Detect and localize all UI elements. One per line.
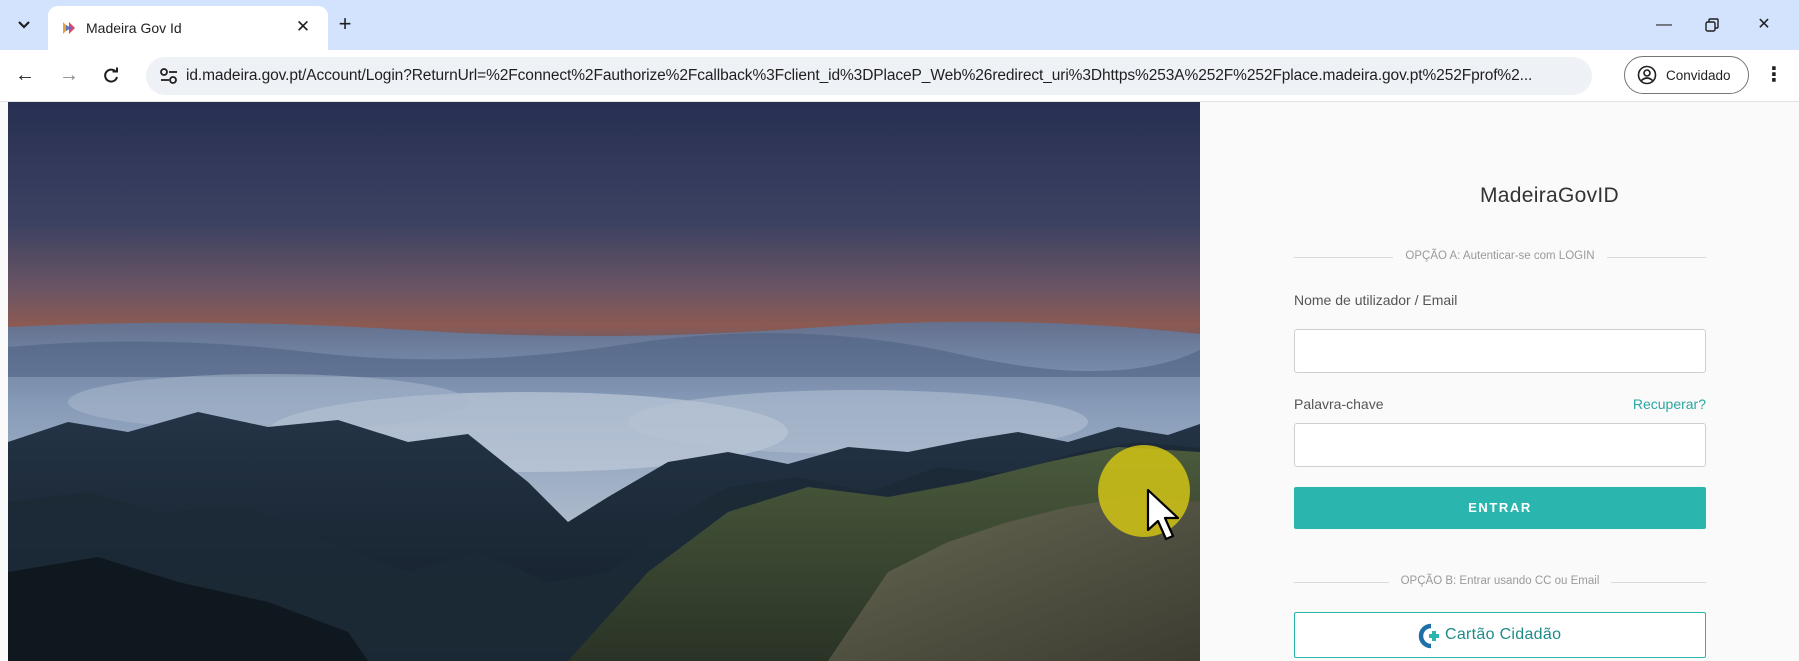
back-button[interactable]: ← [12, 63, 38, 89]
password-input[interactable] [1294, 423, 1706, 467]
option-b-divider: OPÇÃO B: Entrar usando CC ou Email [1294, 575, 1706, 589]
username-label: Nome de utilizador / Email [1294, 292, 1458, 308]
site-settings-icon[interactable] [158, 66, 180, 86]
url-text[interactable]: id.madeira.gov.pt/Account/Login?ReturnUr… [186, 67, 1586, 85]
password-label: Palavra-chave [1294, 396, 1384, 412]
option-a-divider: OPÇÃO A: Autenticar-se com LOGIN [1294, 250, 1706, 264]
option-b-label: OPÇÃO B: Entrar usando CC ou Email [1388, 575, 1612, 587]
tab-close-icon[interactable]: ✕ [292, 16, 314, 38]
browser-toolbar: ← → id.madeira.gov.pt/Account/Login?Retu… [0, 50, 1799, 102]
forward-button[interactable]: → [56, 63, 82, 89]
browser-tabstrip: Madeira Gov Id ✕ + — ✕ [0, 0, 1799, 50]
browser-menu-icon[interactable]: ⋮ [1764, 62, 1784, 90]
mouse-pointer-icon [1146, 488, 1180, 541]
username-input[interactable] [1294, 329, 1706, 373]
madeira-gov-favicon-icon [63, 22, 75, 34]
cartao-cidadao-button[interactable]: Cartão Cidadão [1294, 612, 1706, 658]
profile-label: Convidado [1666, 68, 1731, 83]
browser-tab-active[interactable]: Madeira Gov Id ✕ [48, 6, 328, 50]
cartao-cidadao-label: Cartão Cidadão [1445, 626, 1562, 643]
option-a-label: OPÇÃO A: Autenticar-se com LOGIN [1393, 250, 1607, 262]
chevron-down-icon [18, 21, 30, 29]
restore-icon [1705, 18, 1719, 32]
recover-password-link[interactable]: Recuperar? [1633, 396, 1706, 412]
restore-window-button[interactable] [1692, 12, 1732, 38]
hero-landscape-image [8, 102, 1200, 661]
address-bar[interactable]: id.madeira.gov.pt/Account/Login?ReturnUr… [146, 57, 1592, 95]
page-content: MadeiraGovID OPÇÃO A: Autenticar-se com … [0, 102, 1799, 661]
new-tab-button[interactable]: + [332, 12, 358, 38]
close-window-button[interactable]: ✕ [1744, 12, 1784, 38]
reload-icon [104, 67, 118, 83]
cartao-cidadao-icon [1418, 623, 1439, 649]
minimize-window-button[interactable]: — [1644, 12, 1684, 38]
tab-search-button[interactable] [12, 13, 36, 37]
tab-title: Madeira Gov Id [86, 20, 182, 36]
guest-profile-icon [1637, 65, 1657, 85]
login-submit-button[interactable]: ENTRAR [1294, 487, 1706, 529]
profile-button[interactable]: Convidado [1624, 56, 1749, 94]
login-panel: MadeiraGovID OPÇÃO A: Autenticar-se com … [1200, 102, 1799, 661]
brand-title: MadeiraGovID [1480, 184, 1619, 207]
reload-button[interactable] [98, 63, 124, 89]
